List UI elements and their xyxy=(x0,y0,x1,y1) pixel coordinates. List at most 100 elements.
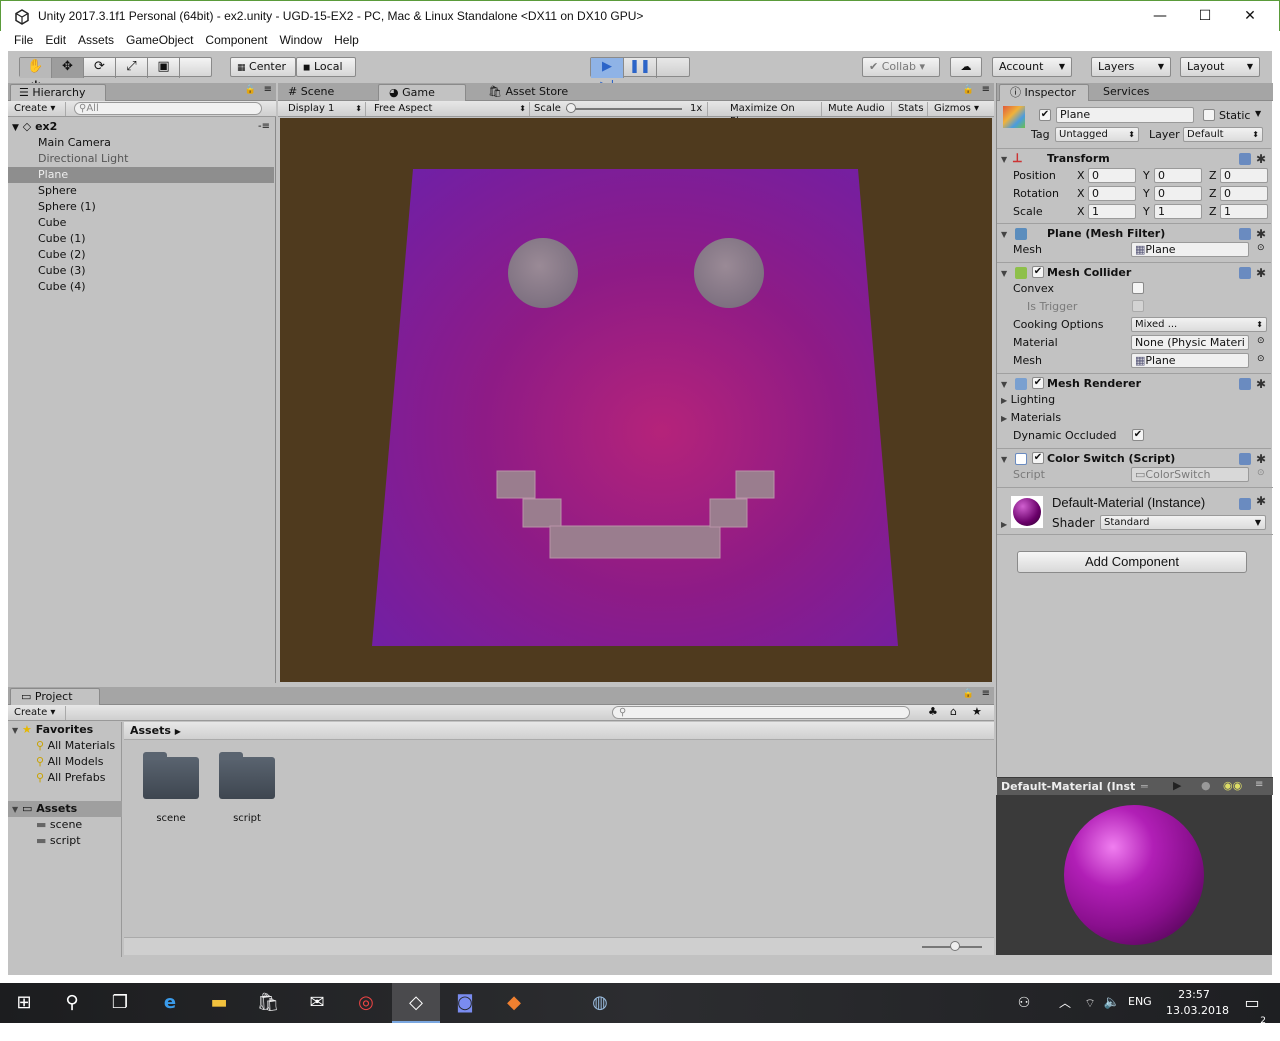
notifications-icon[interactable]: ▭ 2 xyxy=(1232,983,1272,1026)
project-search-input[interactable]: ⚲ xyxy=(612,706,910,719)
hierarchy-item[interactable]: Sphere xyxy=(8,183,274,199)
close-button[interactable]: ✕ xyxy=(1227,1,1273,32)
hierarchy-item[interactable]: Cube xyxy=(8,215,274,231)
pause-icon[interactable]: ❚❚ xyxy=(624,58,657,78)
hierarchy-item[interactable]: Directional Light xyxy=(8,151,274,167)
mesh-renderer-enabled-checkbox[interactable]: ✔ xyxy=(1032,377,1044,389)
scene-menu-icon[interactable]: -≡ xyxy=(258,119,270,135)
expand-arrow-icon[interactable]: ▼ xyxy=(12,123,19,133)
pivot-local-button[interactable]: ◼ Local xyxy=(296,57,356,77)
help-icon[interactable] xyxy=(1239,498,1251,510)
stats-toggle[interactable]: Stats xyxy=(894,102,928,116)
collapse-arrow-icon[interactable]: ▼ xyxy=(1001,375,1007,395)
hierarchy-item[interactable]: Main Camera xyxy=(8,135,274,151)
layers-dropdown[interactable]: Layers ▼ xyxy=(1091,57,1171,77)
scene-root[interactable]: ▼ ◇ ex2 -≡ xyxy=(8,119,274,135)
asset-folder-tile[interactable]: script xyxy=(218,752,278,829)
hierarchy-item[interactable]: Cube (2) xyxy=(8,247,274,263)
gear-icon[interactable]: ✱ xyxy=(1256,149,1266,169)
transform-rotation-x-field[interactable]: 0 xyxy=(1088,186,1136,201)
hierarchy-search-input[interactable]: ⚲All xyxy=(74,102,262,115)
preview-drag-handle[interactable]: ═ xyxy=(1141,780,1148,793)
transform-scale-z-field[interactable]: 1 xyxy=(1220,204,1268,219)
help-icon[interactable] xyxy=(1239,267,1251,279)
transform-rotation-z-field[interactable]: 0 xyxy=(1220,186,1268,201)
shader-dropdown[interactable]: Standard ▼ xyxy=(1100,515,1266,530)
menu-component[interactable]: Component xyxy=(199,31,273,51)
materials-foldout[interactable]: ▶ Materials xyxy=(1001,411,1061,424)
lock-icon[interactable]: 🔒 xyxy=(963,689,974,699)
breadcrumb[interactable]: Assets ▶ xyxy=(124,722,994,740)
language-indicator[interactable]: ENG xyxy=(1128,995,1152,1008)
lock-icon[interactable]: 🔒 xyxy=(245,85,256,95)
store-icon[interactable]: 🛍 xyxy=(244,983,292,1023)
favorite-item[interactable]: ⚲ All Prefabs xyxy=(36,771,106,784)
layout-dropdown[interactable]: Layout ▼ xyxy=(1180,57,1260,77)
hierarchy-item[interactable]: Cube (3) xyxy=(8,263,274,279)
unity-taskbar-icon[interactable]: ◇ xyxy=(392,983,440,1023)
object-picker-icon[interactable]: ⊙ xyxy=(1257,243,1265,253)
collapse-arrow-icon[interactable]: ▼ xyxy=(1001,225,1007,245)
tab-inspector[interactable]: ⓘ Inspector xyxy=(999,84,1089,101)
convex-checkbox[interactable] xyxy=(1132,282,1144,294)
play-icon[interactable]: ▶ xyxy=(591,58,624,78)
collapse-arrow-icon[interactable]: ▼ xyxy=(1001,264,1007,284)
transform-position-z-field[interactable]: 0 xyxy=(1220,168,1268,183)
favorite-item[interactable]: ⚲ All Materials xyxy=(36,739,115,752)
gizmos-dropdown[interactable]: Gizmos ▾ xyxy=(930,102,990,116)
tag-dropdown[interactable]: Untagged ⬍ xyxy=(1055,127,1139,142)
edge-icon[interactable]: e xyxy=(146,983,194,1023)
hierarchy-item[interactable]: Plane xyxy=(8,167,274,183)
collider-mesh-field[interactable]: ▦Plane xyxy=(1131,353,1249,368)
transform-header[interactable]: ▼ ⟂ Transform ✱ xyxy=(997,148,1271,168)
menu-file[interactable]: File xyxy=(8,31,39,51)
favorite-item[interactable]: ⚲ All Models xyxy=(36,755,103,768)
filter-type-icon[interactable]: ♣ xyxy=(928,705,938,718)
active-checkbox[interactable]: ✔ xyxy=(1039,109,1051,121)
star-icon[interactable]: ★ xyxy=(972,705,982,718)
static-checkbox[interactable] xyxy=(1203,109,1215,121)
mesh-filter-header[interactable]: ▼ Plane (Mesh Filter) ✱ xyxy=(997,223,1271,243)
panel-menu-icon[interactable]: ≡ xyxy=(264,84,272,95)
gear-icon[interactable]: ✱ xyxy=(1256,374,1266,394)
hierarchy-item[interactable]: Sphere (1) xyxy=(8,199,274,215)
light-icon[interactable]: ◉◉ xyxy=(1223,779,1242,792)
asset-tree-folder[interactable]: ▬ scene xyxy=(36,818,82,831)
lighting-foldout[interactable]: ▶ Lighting xyxy=(1001,393,1055,406)
label-icon[interactable]: ⌂ xyxy=(950,705,957,718)
transform-scale-y-field[interactable]: 1 xyxy=(1154,204,1202,219)
transform-scale-x-field[interactable]: 1 xyxy=(1088,204,1136,219)
tab-hierarchy[interactable]: ☰ Hierarchy xyxy=(10,84,106,101)
search-icon[interactable]: ⚲ xyxy=(48,983,96,1023)
discord-icon[interactable]: ◙ xyxy=(441,983,489,1023)
transform-position-x-field[interactable]: 0 xyxy=(1088,168,1136,183)
material-preview[interactable] xyxy=(996,795,1272,955)
color-switch-enabled-checkbox[interactable]: ✔ xyxy=(1032,452,1044,464)
rect-icon[interactable]: ▣ xyxy=(148,58,180,78)
favorites-header[interactable]: ▼ ★ Favorites xyxy=(12,723,93,736)
minimize-button[interactable]: — xyxy=(1137,1,1183,32)
tab-project[interactable]: ▭ Project xyxy=(10,688,100,705)
slider-thumb[interactable] xyxy=(566,103,576,113)
play-icon[interactable]: ▶ xyxy=(1173,779,1181,792)
tab-services[interactable]: Services xyxy=(1093,84,1173,101)
mesh-collider-header[interactable]: ▼ ✔ Mesh Collider ✱ xyxy=(997,262,1271,282)
menu-edit[interactable]: Edit xyxy=(39,31,72,51)
chevron-up-icon[interactable]: ︿ xyxy=(1050,983,1080,1023)
panel-menu-icon[interactable]: ≡ xyxy=(982,688,990,699)
tab-scene[interactable]: # Scene xyxy=(278,84,366,101)
clock[interactable]: 23:57 13.03.2018 xyxy=(1166,987,1229,1019)
mesh-renderer-header[interactable]: ▼ ✔ Mesh Renderer ✱ xyxy=(997,373,1271,393)
add-component-button[interactable]: Add Component xyxy=(1017,551,1247,573)
dynamic-occluded-checkbox[interactable]: ✔ xyxy=(1132,429,1144,441)
move-icon[interactable]: ✥ xyxy=(52,58,84,78)
physic-material-field[interactable]: None (Physic Materi xyxy=(1131,335,1249,350)
object-name-field[interactable]: Plane xyxy=(1056,107,1194,123)
gear-icon[interactable]: ✱ xyxy=(1256,224,1266,244)
rotate-icon[interactable]: ⟳ xyxy=(84,58,116,78)
menu-help[interactable]: Help xyxy=(328,31,365,51)
tab-game[interactable]: ◕ Game xyxy=(378,84,466,101)
app-icon[interactable]: ◍ xyxy=(576,983,624,1023)
people-icon[interactable]: ⚇ xyxy=(1006,983,1042,1023)
help-icon[interactable] xyxy=(1239,228,1251,240)
